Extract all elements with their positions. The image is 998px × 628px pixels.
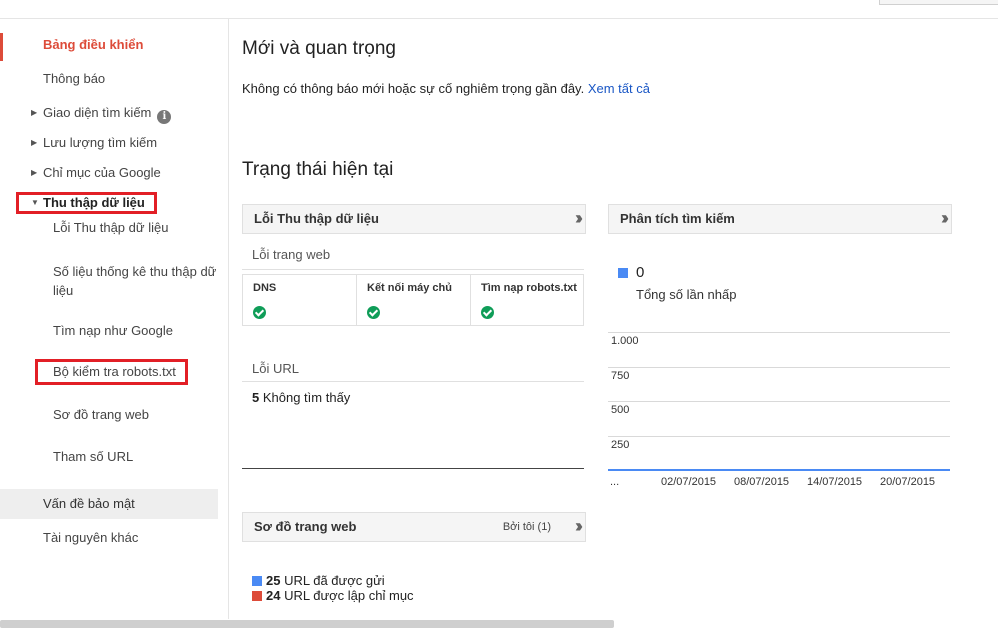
x-tick-label: 20/07/2015: [880, 476, 936, 488]
sidebar-item-sitemaps[interactable]: Sơ đồ trang web: [53, 407, 149, 422]
robots-fetch-cell[interactable]: Tìm nạp robots.txt: [471, 275, 583, 325]
indexed-legend-swatch: [252, 591, 262, 601]
search-analytics-panel-header[interactable]: Phân tích tìm kiếm ››: [608, 204, 952, 234]
important-text: Không có thông báo mới hoặc sự cố nghiêm…: [242, 81, 585, 96]
sidebar-item-label: Chỉ mục của Google: [43, 165, 161, 180]
sidebar-item-label-line2: liệu: [53, 283, 74, 298]
sidebar-item-messages[interactable]: Thông báo: [43, 71, 105, 86]
top-right-control[interactable]: [879, 0, 998, 5]
robots-fetch-label: Tìm nạp robots.txt: [481, 282, 577, 294]
check-icon: [367, 306, 380, 319]
check-icon: [253, 306, 266, 319]
gridline: [608, 332, 950, 333]
server-connectivity-label: Kết nối máy chủ: [367, 282, 452, 294]
crawl-errors-panel-header[interactable]: Lỗi Thu thập dữ liệu ››: [242, 204, 586, 234]
sitemaps-title: Sơ đồ trang web: [254, 519, 357, 534]
clicks-legend-swatch: [618, 268, 628, 278]
submitted-label: URL đã được gửi: [284, 573, 385, 588]
sidebar-item-security[interactable]: Vấn đề bảo mật: [43, 496, 135, 511]
gridline: [608, 436, 950, 437]
expand-arrow-icon: ▶: [31, 168, 38, 177]
submitted-count: 25: [266, 573, 281, 588]
sidebar-item-google-index[interactable]: ▶ Chỉ mục của Google: [31, 165, 161, 180]
sidebar-item-url-parameters[interactable]: Tham số URL: [53, 449, 133, 464]
sidebar-item-label: Thu thập dữ liệu: [43, 195, 145, 210]
double-chevron-right-icon[interactable]: ››: [941, 205, 949, 231]
collapse-arrow-icon: ▼: [31, 198, 39, 207]
indexed-count: 24: [266, 588, 281, 603]
see-all-link[interactable]: Xem tất cả: [588, 81, 650, 96]
expand-arrow-icon: ▶: [31, 108, 38, 117]
double-chevron-right-icon[interactable]: ››: [575, 205, 583, 231]
expand-arrow-icon: ▶: [31, 138, 38, 147]
check-icon: [481, 306, 494, 319]
dns-cell[interactable]: DNS: [243, 275, 357, 325]
sidebar-item-other-resources[interactable]: Tài nguyên khác: [43, 530, 138, 545]
current-status-heading: Trạng thái hiện tại: [242, 159, 394, 180]
active-indicator: [0, 33, 3, 61]
clicks-series-line: [608, 469, 950, 471]
indexed-label: URL được lập chỉ mục: [284, 588, 414, 603]
sidebar-item-label: Lưu lượng tìm kiếm: [43, 135, 158, 150]
sidebar-item-robots-tester[interactable]: Bộ kiểm tra robots.txt: [53, 364, 176, 379]
y-tick-label: 250: [611, 439, 630, 451]
sidebar-item-dashboard[interactable]: Bảng điều khiển: [43, 37, 143, 52]
divider: [242, 269, 584, 270]
url-errors-label: Lỗi URL: [252, 361, 299, 376]
horizontal-scrollbar[interactable]: [0, 620, 614, 628]
double-chevron-right-icon[interactable]: ››: [575, 513, 583, 539]
by-me-filter[interactable]: Bởi tôi (1): [503, 513, 551, 541]
gridline: [608, 401, 950, 402]
clicks-label: Tổng số lần nhấp: [636, 287, 737, 302]
search-analytics-title: Phân tích tìm kiếm: [620, 211, 735, 226]
sidebar-item-label: Số liệu thống kê thu thập dữ: [53, 264, 217, 279]
sidebar-item-crawl-errors[interactable]: Lỗi Thu thập dữ liệu: [53, 220, 168, 235]
sidebar-item-crawl-stats[interactable]: Số liệu thống kê thu thập dữ liệu: [53, 262, 216, 300]
not-found-count: 5: [252, 390, 260, 405]
y-tick-label: 500: [611, 404, 630, 416]
x-tick-label: 14/07/2015: [807, 476, 863, 488]
submitted-legend-swatch: [252, 576, 262, 586]
y-tick-label: 750: [611, 370, 630, 382]
dns-label: DNS: [253, 282, 277, 294]
site-errors-label: Lỗi trang web: [252, 247, 331, 262]
info-icon[interactable]: i: [157, 110, 172, 124]
important-heading: Mới và quan trọng: [242, 38, 396, 59]
sitemaps-panel-header[interactable]: Sơ đồ trang web Bởi tôi (1) ››: [242, 512, 586, 542]
sidebar-item-fetch-as-google[interactable]: Tìm nạp như Google: [53, 323, 173, 338]
panel-bottom-rule: [242, 468, 584, 469]
clicks-value: 0: [636, 264, 645, 281]
not-found-row[interactable]: 5 Không tìm thấy: [252, 390, 350, 405]
site-errors-grid: DNS Kết nối máy chủ Tìm nạp robots.txt: [242, 274, 584, 326]
x-tick-label: 08/07/2015: [734, 476, 790, 488]
y-tick-label: 1.000: [611, 335, 639, 347]
indexed-row: 24 URL được lập chỉ mục: [266, 588, 414, 603]
divider: [242, 381, 584, 382]
server-connectivity-cell[interactable]: Kết nối máy chủ: [357, 275, 471, 325]
submitted-row: 25 URL đã được gửi: [266, 573, 385, 588]
x-tick-label: 02/07/2015: [661, 476, 717, 488]
important-message: Không có thông báo mới hoặc sự cố nghiêm…: [242, 81, 650, 96]
sidebar-item-search-traffic[interactable]: ▶ Lưu lượng tìm kiếm: [31, 135, 157, 150]
x-tick-label: ...: [610, 476, 620, 488]
sidebar-nav: Bảng điều khiển Thông báo ▶ Giao diện tì…: [0, 19, 229, 619]
crawl-errors-title: Lỗi Thu thập dữ liệu: [254, 211, 379, 226]
gridline: [608, 367, 950, 368]
sidebar-item-crawl[interactable]: ▼ Thu thập dữ liệu: [31, 195, 145, 210]
sidebar-item-search-appearance[interactable]: ▶ Giao diện tìm kiếm i: [31, 105, 172, 124]
not-found-label: Không tìm thấy: [262, 390, 351, 405]
sidebar-item-label: Giao diện tìm kiếm: [43, 105, 152, 120]
top-bar: [0, 0, 998, 19]
